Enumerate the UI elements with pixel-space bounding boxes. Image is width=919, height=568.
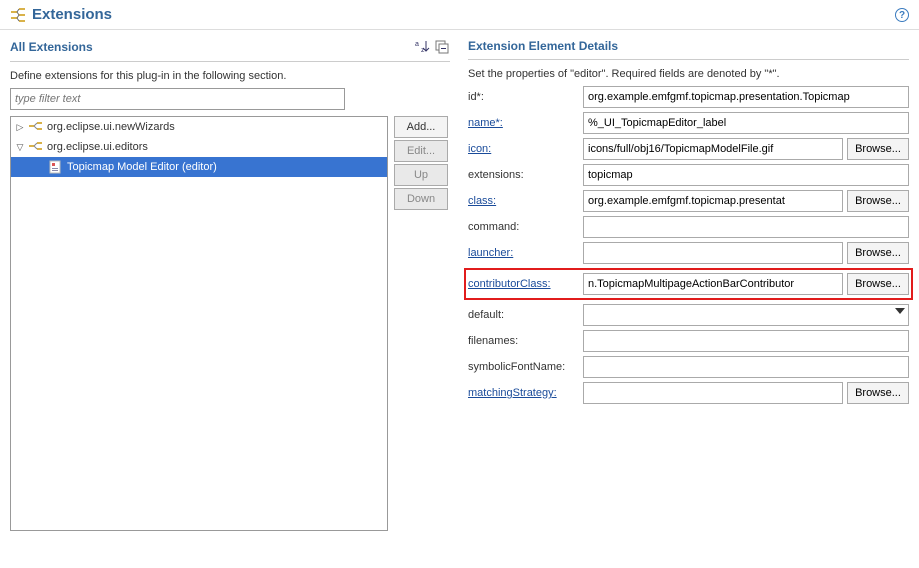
all-extensions-section: All Extensions a z De <box>10 36 460 531</box>
browse-matching-strategy-button[interactable]: Browse... <box>847 382 909 404</box>
extension-point-icon <box>29 120 43 134</box>
input-icon[interactable] <box>583 138 843 160</box>
add-button[interactable]: Add... <box>394 116 448 138</box>
expand-icon[interactable]: ▷ <box>13 120 27 134</box>
down-button: Down <box>394 188 448 210</box>
editor-element-icon <box>49 160 63 174</box>
label-icon[interactable]: icon: <box>468 143 583 155</box>
label-filenames: filenames: <box>468 335 583 347</box>
input-class[interactable] <box>583 190 843 212</box>
label-launcher[interactable]: launcher: <box>468 247 583 259</box>
tree-node[interactable]: ▷ org.eclipse.ui.newWizards <box>11 117 387 137</box>
all-extensions-title: All Extensions <box>10 40 414 54</box>
label-extensions: extensions: <box>468 169 583 181</box>
element-details-section: Extension Element Details Set the proper… <box>460 36 909 531</box>
label-matching-strategy[interactable]: matchingStrategy: <box>468 387 583 399</box>
label-contributor-class[interactable]: contributorClass: <box>468 278 583 290</box>
extensions-icon <box>10 7 26 23</box>
tree-node-label: Topicmap Model Editor (editor) <box>67 161 217 173</box>
input-contributor-class[interactable] <box>583 273 843 295</box>
tree-node-label: org.eclipse.ui.editors <box>47 141 148 153</box>
help-icon[interactable]: ? <box>895 8 909 22</box>
element-details-title: Extension Element Details <box>468 39 909 53</box>
sort-alpha-icon[interactable]: a z <box>414 39 430 55</box>
extensions-tree[interactable]: ▷ org.eclipse.ui.newWizards ▽ <box>10 116 388 531</box>
browse-class-button[interactable]: Browse... <box>847 190 909 212</box>
collapse-all-icon[interactable] <box>434 39 450 55</box>
extension-point-icon <box>29 140 43 154</box>
tree-node-selected[interactable]: Topicmap Model Editor (editor) <box>11 157 387 177</box>
page-title: Extensions <box>32 6 895 23</box>
input-symbolic-font-name[interactable] <box>583 356 909 378</box>
input-launcher[interactable] <box>583 242 843 264</box>
label-id: id*: <box>468 91 583 103</box>
browse-launcher-button[interactable]: Browse... <box>847 242 909 264</box>
label-default: default: <box>468 309 583 321</box>
label-command: command: <box>468 221 583 233</box>
up-button: Up <box>394 164 448 186</box>
label-name[interactable]: name*: <box>468 117 583 129</box>
browse-contributor-class-button[interactable]: Browse... <box>847 273 909 295</box>
svg-text:a: a <box>415 41 419 48</box>
filter-input[interactable] <box>10 88 345 110</box>
input-extensions[interactable] <box>583 164 909 186</box>
label-class[interactable]: class: <box>468 195 583 207</box>
input-command[interactable] <box>583 216 909 238</box>
all-extensions-desc: Define extensions for this plug-in in th… <box>10 62 450 88</box>
input-name[interactable] <box>583 112 909 134</box>
select-default[interactable] <box>583 304 909 326</box>
tree-node-label: org.eclipse.ui.newWizards <box>47 121 175 133</box>
tree-node[interactable]: ▽ org.eclipse.ui.editors <box>11 137 387 157</box>
input-matching-strategy[interactable] <box>583 382 843 404</box>
highlighted-field-contributor-class: contributorClass: Browse... <box>464 268 913 300</box>
edit-button: Edit... <box>394 140 448 162</box>
collapse-icon[interactable]: ▽ <box>13 140 27 154</box>
browse-icon-button[interactable]: Browse... <box>847 138 909 160</box>
input-filenames[interactable] <box>583 330 909 352</box>
element-details-desc: Set the properties of "editor". Required… <box>468 60 909 86</box>
editor-header: Extensions ? <box>0 0 919 30</box>
input-id[interactable] <box>583 86 909 108</box>
label-symbolic-font-name: symbolicFontName: <box>468 361 583 373</box>
